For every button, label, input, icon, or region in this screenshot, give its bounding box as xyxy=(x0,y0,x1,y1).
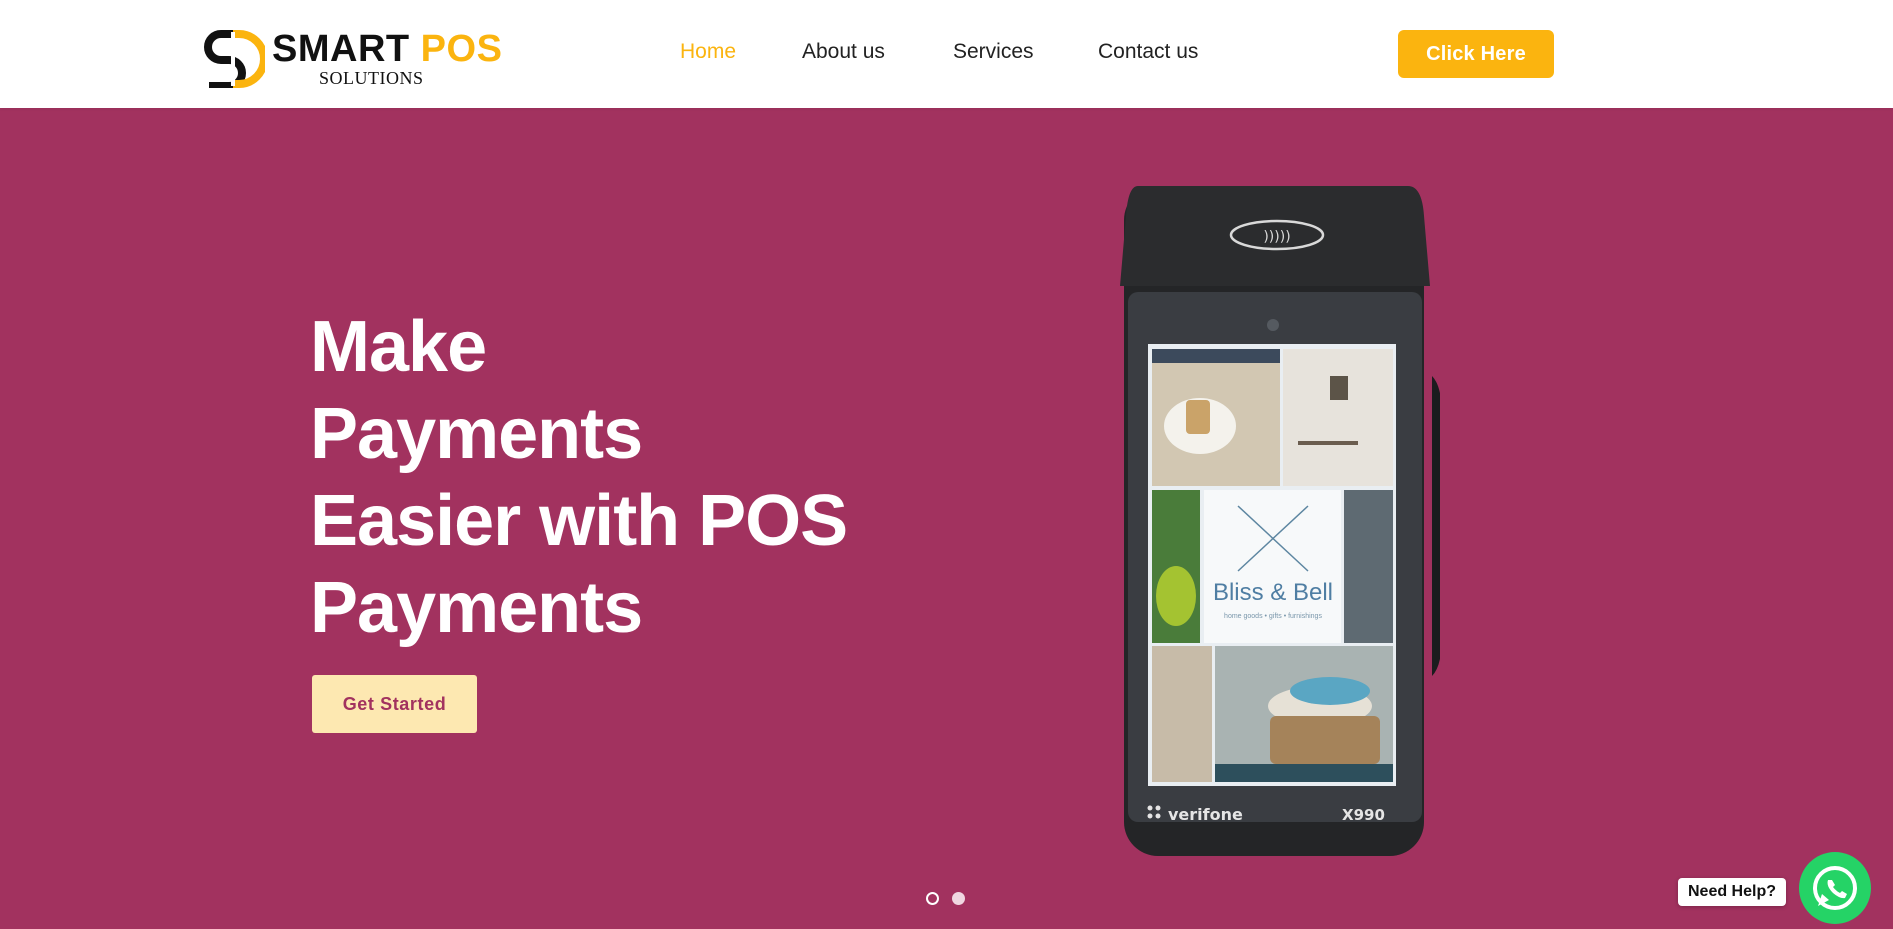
logo[interactable]: SMART POS SOLUTIONS xyxy=(197,18,502,98)
nav-contact-us[interactable]: Contact us xyxy=(1098,40,1198,64)
click-here-button[interactable]: Click Here xyxy=(1398,30,1554,78)
site-header: SMART POS SOLUTIONS Home About us Servic… xyxy=(0,0,1893,108)
device-model-label: X990 xyxy=(1342,806,1385,824)
whatsapp-icon xyxy=(1813,866,1857,910)
screen-tagline-text: home goods • gifts • furnishings xyxy=(1224,613,1322,620)
hero-title-line: Payments xyxy=(310,568,643,648)
whatsapp-button[interactable] xyxy=(1799,852,1871,924)
hero-title-line: Easier with POS xyxy=(310,481,848,561)
carousel-dot-active[interactable] xyxy=(952,892,965,905)
hero-title-line: Payments xyxy=(310,394,643,474)
nav-about-us[interactable]: About us xyxy=(802,40,885,64)
hero-title: Make Payments Easier with POS Payments xyxy=(310,304,848,652)
carousel-dot[interactable] xyxy=(926,892,939,905)
device-brand-label: verifone xyxy=(1168,805,1243,824)
logo-mark-icon xyxy=(204,30,265,88)
hero-title-line: Make xyxy=(310,307,487,387)
pos-terminal-image: ))))) Bliss & Bell home goods • gifts • … xyxy=(1120,186,1440,856)
screen-brand-text: Bliss & Bell xyxy=(1213,579,1333,606)
get-started-button[interactable]: Get Started xyxy=(312,675,477,733)
carousel-dots xyxy=(926,892,966,908)
need-help-tooltip: Need Help? xyxy=(1678,878,1786,906)
svg-text:))))): ))))) xyxy=(1263,229,1290,245)
logo-wordmark: SMART POS xyxy=(272,28,503,70)
logo-subtitle: SOLUTIONS xyxy=(319,68,424,88)
nav-home[interactable]: Home xyxy=(680,40,736,64)
nav-services[interactable]: Services xyxy=(953,40,1034,64)
